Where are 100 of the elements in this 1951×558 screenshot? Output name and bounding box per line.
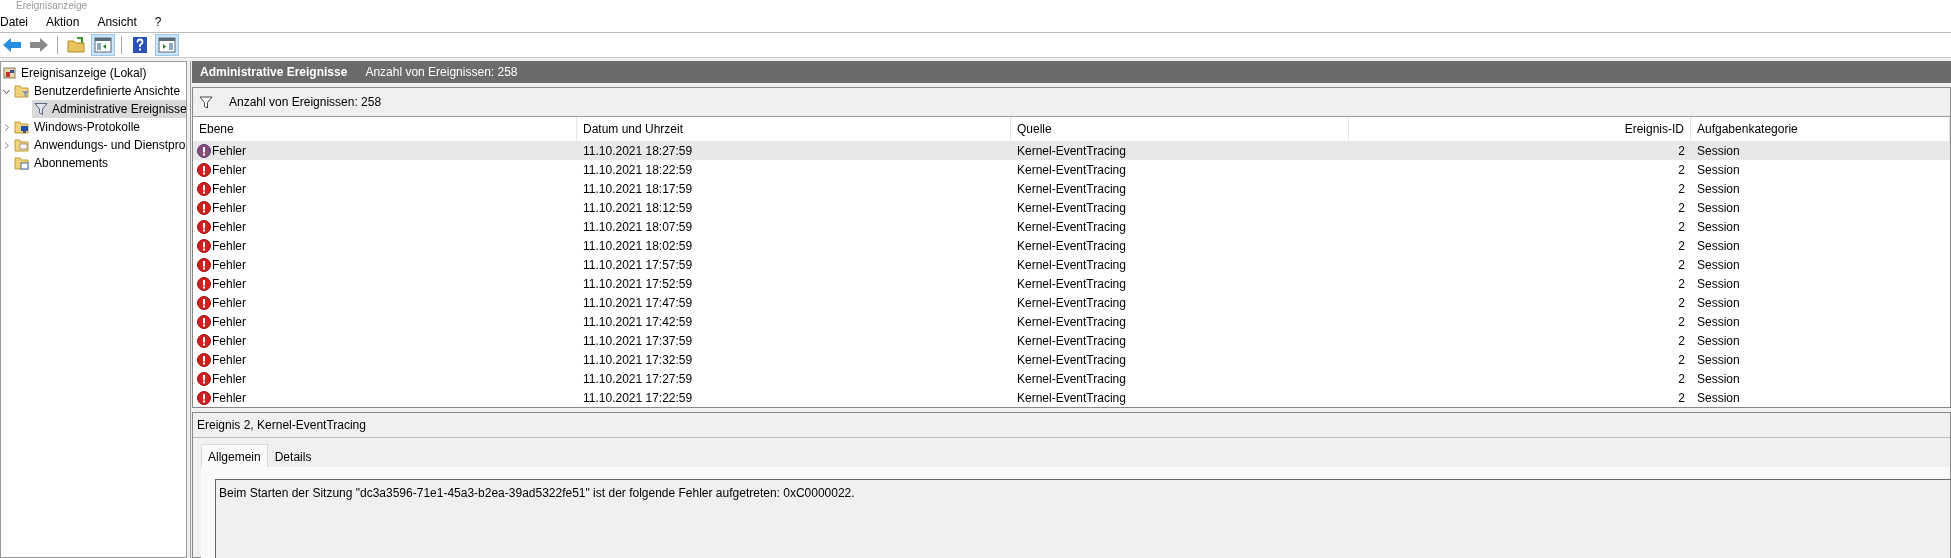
table-cell-text: 11.10.2021 17:47:59	[582, 295, 694, 310]
pane-icon[interactable]	[155, 34, 179, 56]
table-cell-text: Session	[1696, 295, 1741, 310]
table-cell-text: Kernel-EventTracing	[1016, 390, 1127, 405]
error-icon	[197, 333, 211, 348]
table-row[interactable]: Fehler 11.10.2021 18:22:59 Kernel-EventTracing 2 Session	[193, 160, 1950, 179]
table-row[interactable]: Fehler 11.10.2021 17:47:59 Kernel-EventTracing 2 Session	[193, 293, 1950, 312]
table-cell-text: Kernel-EventTracing	[1016, 238, 1127, 253]
tree-item[interactable]: Administrative Ereignisse	[32, 100, 186, 118]
tree-item[interactable]: Ereignisanzeige (Lokal)	[1, 64, 149, 82]
table-cell: Fehler	[212, 238, 246, 253]
table-cell-text: Kernel-EventTracing	[1016, 219, 1127, 234]
table-row[interactable]: Fehler 11.10.2021 17:42:59 Kernel-EventTracing 2 Session	[193, 312, 1950, 331]
table-row[interactable]: Fehler 11.10.2021 18:12:59 Kernel-EventTracing 2 Session	[193, 198, 1950, 217]
error-icon	[197, 238, 211, 253]
folder-computer-icon	[14, 120, 30, 134]
table-cell-text: Session	[1696, 143, 1741, 158]
table-cell-text: 11.10.2021 18:07:59	[582, 219, 694, 234]
event-count: Anzahl von Ereignissen: 258	[365, 65, 518, 79]
table-cell-text: 11.10.2021 18:02:59	[582, 238, 694, 253]
table-row[interactable]: Fehler 11.10.2021 17:57:59 Kernel-EventTracing 2 Session	[193, 255, 1950, 274]
table-cell-text: 11.10.2021 18:22:59	[582, 162, 694, 177]
table-row[interactable]: Fehler 11.10.2021 18:02:59 Kernel-EventTracing 2 Session	[193, 236, 1950, 255]
table-cell-text: Session	[1696, 390, 1741, 405]
table-cell: Fehler	[212, 333, 246, 348]
error-icon	[197, 200, 211, 215]
table-cell-text: Kernel-EventTracing	[1016, 333, 1127, 348]
table-row[interactable]: Fehler 11.10.2021 18:17:59 Kernel-EventTracing 2 Session	[193, 179, 1950, 198]
table-row[interactable]: Fehler 11.10.2021 17:37:59 Kernel-EventTracing 2 Session	[193, 331, 1950, 350]
table-cell-text: 2	[1677, 333, 1686, 348]
collapsed-chevron-icon[interactable]	[2, 140, 11, 150]
table-cell-text: Kernel-EventTracing	[1016, 181, 1127, 196]
table-cell-text: 11.10.2021 18:17:59	[582, 181, 694, 196]
error-icon	[197, 219, 211, 234]
table-cell-text: Kernel-EventTracing	[1016, 162, 1127, 177]
table-row[interactable]: Fehler 11.10.2021 17:22:59 Kernel-EventTracing 2 Session	[193, 388, 1950, 407]
detail-header: Ereignis 2, Kernel-EventTracing	[193, 413, 1950, 438]
table-cell-text: 2	[1677, 200, 1686, 215]
collapsed-chevron-icon[interactable]	[2, 122, 11, 132]
folder-icon	[14, 156, 30, 170]
error-icon	[197, 276, 211, 291]
table-cell-text: Kernel-EventTracing	[1016, 276, 1127, 291]
table-cell: Fehler	[212, 162, 246, 177]
table-cell-text: 2	[1677, 352, 1686, 367]
error-icon	[197, 390, 211, 405]
table-cell: Fehler	[212, 219, 246, 234]
window-title: Ereignisanzeige	[16, 0, 88, 12]
table-cell-text: Session	[1696, 200, 1741, 215]
table-cell-text: 2	[1677, 276, 1686, 291]
tree-item[interactable]: Windows-Protokolle	[12, 118, 143, 136]
error-icon	[197, 371, 211, 386]
table-row[interactable]: Fehler 11.10.2021 17:52:59 Kernel-EventTracing 2 Session	[193, 274, 1950, 293]
table-cell-text: 2	[1677, 371, 1686, 386]
table-cell-text: 11.10.2021 17:57:59	[582, 257, 694, 272]
menu-item[interactable]: Ansicht	[97, 15, 147, 29]
table-cell-text: 11.10.2021 17:22:59	[582, 390, 694, 405]
tree-item[interactable]: Anwendungs- und Dienstpro	[12, 136, 186, 154]
table-cell-text: 2	[1677, 238, 1686, 253]
table-row[interactable]: Fehler 11.10.2021 18:27:59 Kernel-EventTracing 2 Session	[193, 141, 1950, 160]
table-cell-text: 11.10.2021 18:27:59	[582, 143, 694, 158]
table-cell-text: Session	[1696, 162, 1741, 177]
tab[interactable]: Allgemein	[201, 444, 268, 467]
table-cell-text: Session	[1696, 371, 1741, 386]
table-row[interactable]: Fehler 11.10.2021 17:32:59 Kernel-EventTracing 2 Session	[193, 350, 1950, 369]
menu-item[interactable]: Datei	[0, 15, 38, 29]
event-count: Anzahl von Ereignissen: 258	[229, 95, 382, 109]
folder-icon	[14, 138, 30, 152]
table-cell-text: 11.10.2021 17:52:59	[582, 276, 694, 291]
table-cell-text: Kernel-EventTracing	[1016, 200, 1127, 215]
table-cell-text: 2	[1677, 219, 1686, 234]
filter-icon	[34, 102, 48, 116]
menu-item[interactable]: Aktion	[46, 15, 90, 29]
tree-item[interactable]: Benutzerdefinierte Ansichte	[12, 82, 183, 100]
menu-item[interactable]: ?	[154, 15, 172, 29]
folder-icon[interactable]	[64, 34, 88, 56]
error-icon	[197, 295, 211, 310]
table-cell: Fehler	[212, 352, 246, 367]
tree-item[interactable]: Abonnements	[12, 154, 111, 172]
filter-icon	[199, 95, 213, 109]
panel-title: Administrative Ereignisse	[200, 65, 348, 79]
table-cell-text: 2	[1677, 257, 1686, 272]
table-cell-text: Kernel-EventTracing	[1016, 295, 1127, 310]
error-icon	[197, 181, 211, 196]
table-cell-text: 11.10.2021 17:37:59	[582, 333, 694, 348]
table-cell-text: Session	[1696, 352, 1741, 367]
table-row[interactable]: Fehler 11.10.2021 18:07:59 Kernel-EventTracing 2 Session	[193, 217, 1950, 236]
error-icon	[197, 352, 211, 367]
table-cell: Fehler	[212, 390, 246, 405]
table-cell-text: 2	[1677, 314, 1686, 329]
table-cell-text: Kernel-EventTracing	[1016, 371, 1127, 386]
table-cell: Fehler	[212, 371, 246, 386]
pane-icon[interactable]	[91, 34, 115, 56]
table-row[interactable]: Fehler 11.10.2021 17:27:59 Kernel-EventTracing 2 Session	[193, 369, 1950, 388]
table-cell-text: 11.10.2021 17:42:59	[582, 314, 694, 329]
table-cell: Fehler	[212, 276, 246, 291]
event-description: Beim Starten der Sitzung "dc3a3596-71e1-45a3-b2ea-39ad5322fe51" ist der folgende Fehler aufgetreten: 0xC0000022.	[215, 479, 1950, 558]
table-cell-text: Session	[1696, 333, 1741, 348]
table-cell-text: 2	[1677, 162, 1686, 177]
table-cell: Fehler	[212, 181, 246, 196]
error-icon	[197, 143, 211, 158]
